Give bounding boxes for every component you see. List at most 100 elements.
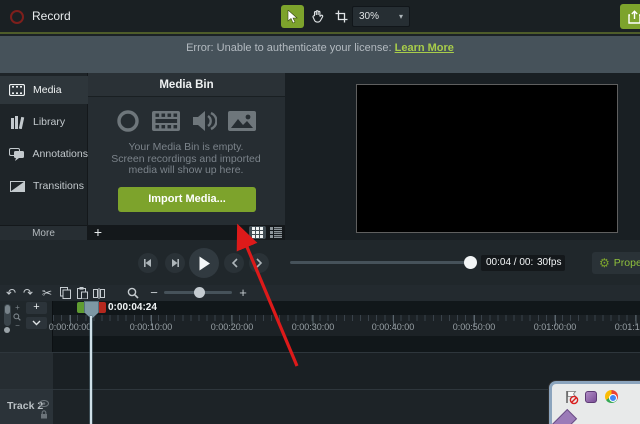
canvas-zoom-value: 30% [359,11,380,22]
preview-canvas[interactable] [356,84,618,233]
list-view-button[interactable] [268,226,284,239]
ruler-label: 0:00:00:00 [48,322,92,332]
import-media-button[interactable]: Import Media... [118,187,256,212]
undo-button[interactable]: ↶ [4,286,18,300]
grid-view-icon [252,227,263,238]
split-icon [93,287,105,299]
empty-message-line: media will show up here. [128,164,244,176]
empty-message-line: Your Media Bin is empty. [128,141,244,153]
image-icon [227,108,257,134]
jump-back-button[interactable] [224,253,244,273]
hand-icon [311,10,324,23]
fps-display: 30fps [533,255,566,271]
timeline-zoom-slider-handle[interactable] [194,287,205,298]
record-icon [10,10,24,24]
video-icon [151,108,181,134]
cursor-tool-button[interactable] [281,5,304,28]
track-height-slider-dot [4,327,10,333]
redo-button[interactable]: ↷ [21,286,35,300]
add-bin-tab-button[interactable]: + [90,224,106,240]
play-icon [199,256,210,270]
seek-slider-handle[interactable] [464,256,477,269]
sidebar-item-label: Annotations [32,148,88,160]
library-icon [8,115,26,129]
next-frame-button[interactable] [165,253,185,273]
share-icon [627,9,640,24]
list-view-icon [270,227,282,238]
seek-slider[interactable] [290,261,472,264]
flag-blocked-icon [564,390,579,405]
annotations-icon [8,147,26,161]
canvas-zoom-dropdown[interactable]: 30% ▾ [352,6,410,27]
play-button[interactable] [189,248,219,278]
track-height-slider-fill [5,305,10,314]
chrome-icon [605,390,618,403]
copy-button[interactable] [58,286,72,300]
selection-in-handle[interactable] [77,302,85,313]
next-frame-icon [172,259,179,267]
properties-button[interactable]: ⚙ Properties [592,252,640,274]
eye-icon [39,400,49,407]
track-visibility-toggle[interactable] [39,400,49,407]
cut-button[interactable]: ✂ [40,286,54,300]
ruler-label: 0:00:30:00 [291,322,335,332]
timeline-zoom-out-button[interactable]: − [149,286,159,299]
paste-icon [76,287,88,299]
sidebar-more-button[interactable]: More [0,225,88,240]
sidebar-item-annotations[interactable]: Annotations [0,140,88,168]
share-button[interactable] [620,4,640,29]
sidebar-item-label: Transitions [33,180,84,192]
lock-icon [41,410,47,419]
copy-icon [59,287,71,299]
timeline-zoom-icon [126,286,140,300]
crop-tool-button[interactable] [330,5,353,28]
playhead-line[interactable] [90,316,92,424]
ruler-label: 0:01:00:00 [533,322,577,332]
camtasia-window: Record 30% ▾ Error: Unable to authentica… [0,0,640,424]
selection-out-handle[interactable] [99,302,106,313]
grid-view-button[interactable] [249,226,266,239]
ruler-label: 0:00:50:00 [452,322,496,332]
chevron-down-icon: ▾ [398,12,403,21]
gear-icon: ⚙ [599,256,610,270]
playhead-time: 0:00:04:24 [108,302,157,313]
chevron-right-icon [255,258,262,268]
mini-zoom-in-icon[interactable]: + [13,304,22,312]
add-track-button[interactable]: + [26,302,47,314]
purple-app-icon [585,391,597,403]
magnifier-icon [127,287,139,299]
sidebar-item-transitions[interactable]: Transitions [0,172,88,200]
media-bin-empty-message: Your Media Bin is empty. Screen recordin… [92,141,280,177]
sidebar-item-library[interactable]: Library [0,108,88,136]
mini-magnifier-icon [13,313,22,321]
license-error-message: Error: Unable to authenticate your licen… [186,42,392,54]
ruler-label: 0:00:40:00 [371,322,415,332]
cursor-icon [287,9,299,24]
recording-icon [115,108,141,134]
media-type-icons [96,108,276,134]
record-button[interactable]: Record [32,9,71,23]
transitions-icon [8,180,26,192]
previous-frame-button[interactable] [138,253,158,273]
track-lock-toggle[interactable] [40,410,48,419]
learn-more-link[interactable]: Learn More [395,42,454,54]
paste-button[interactable] [75,286,89,300]
sidebar-item-media[interactable]: Media [0,76,88,104]
track-2-label: Track 2 [7,400,44,412]
pan-tool-button[interactable] [306,5,329,28]
jump-forward-button[interactable] [249,253,269,273]
previous-frame-icon [144,259,151,267]
media-bin-title: Media Bin [88,73,285,97]
ruler-label: 0:01:10:00 [614,322,640,332]
split-button[interactable] [92,286,106,300]
chevron-left-icon [231,258,238,268]
timeline-zoom-in-button[interactable]: + [238,286,248,299]
properties-label: Properties [613,257,640,269]
media-icon [8,84,26,96]
audio-icon [191,108,217,134]
sidebar-item-label: Media [33,84,62,96]
ruler-label: 0:00:20:00 [210,322,254,332]
license-error-banner: Error: Unable to authenticate your licen… [0,36,640,73]
track-1-header[interactable] [0,353,53,389]
mini-zoom-out-icon[interactable]: − [13,322,22,330]
